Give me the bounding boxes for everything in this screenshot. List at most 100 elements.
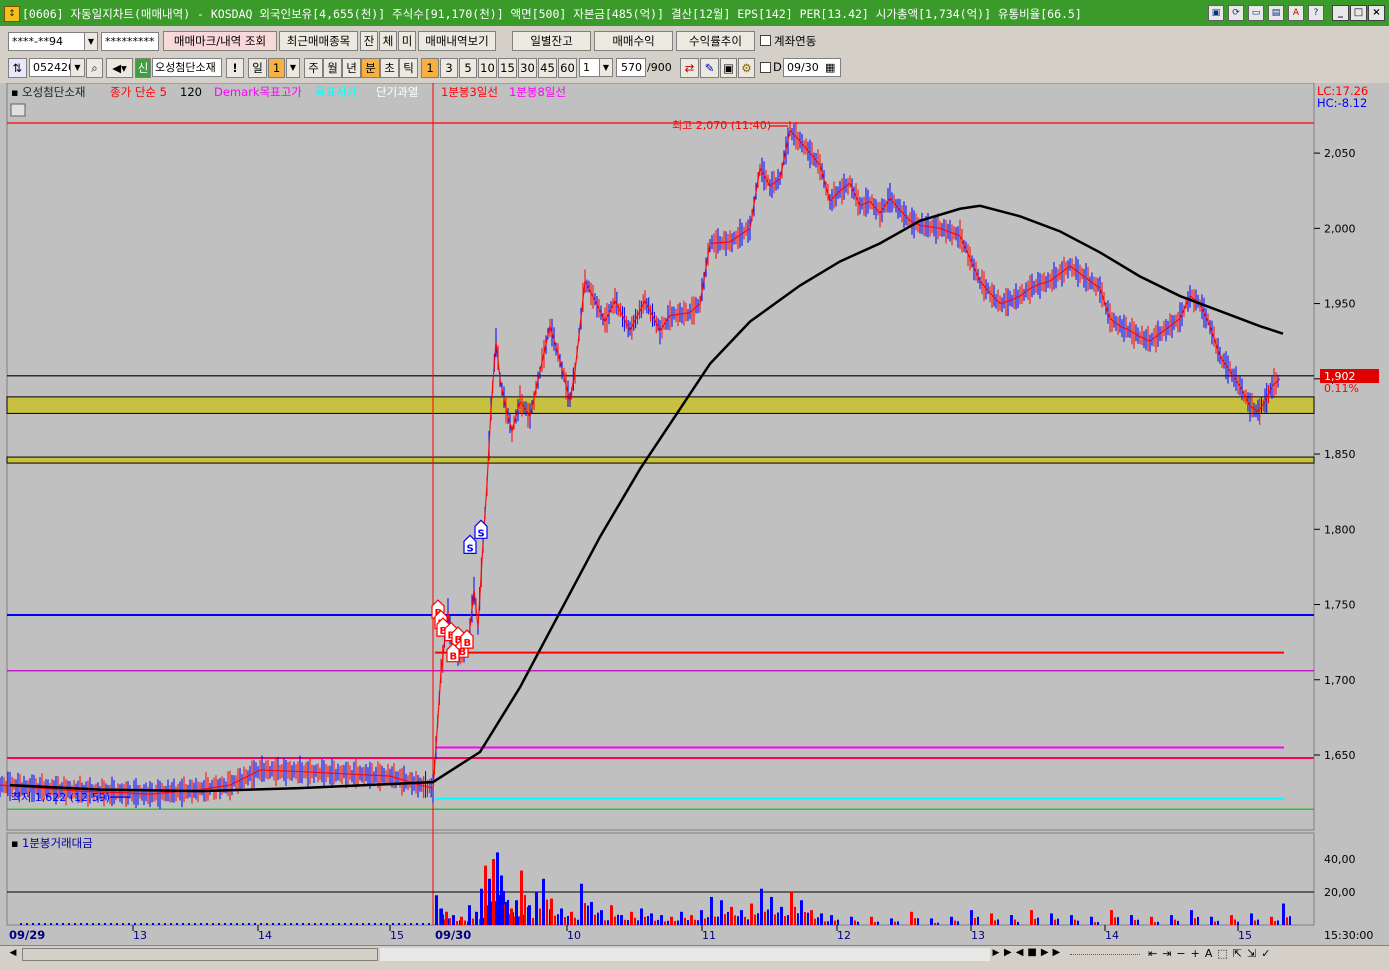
- stock-search-icon[interactable]: ⇅: [8, 58, 27, 78]
- save-icon[interactable]: ▣: [720, 58, 737, 78]
- volume-bar: [767, 909, 769, 925]
- maximize-icon[interactable]: □: [1350, 5, 1367, 21]
- volume-bullet: ▪: [11, 837, 18, 850]
- volume-bar: [278, 923, 280, 925]
- filled-button[interactable]: 체: [379, 31, 397, 51]
- refresh-icon[interactable]: ⟳: [1228, 5, 1244, 21]
- volume-bar: [937, 922, 939, 925]
- volume-bar: [930, 918, 933, 925]
- volume-bar: [134, 923, 136, 925]
- daily-balance-button[interactable]: 일별잔고: [512, 31, 591, 51]
- volume-bar: [236, 923, 238, 925]
- volume-bar: [754, 914, 756, 925]
- low-annotation: 최저 1,622 (12:59): [11, 791, 110, 804]
- chart-area[interactable]: BBBBBBBBSS 2,0502,0001,9501,9001,8501,80…: [0, 82, 1389, 945]
- balance-button[interactable]: 잔: [360, 31, 378, 51]
- period-second-button[interactable]: 초: [380, 58, 399, 78]
- interval-60-button[interactable]: 60: [558, 58, 577, 78]
- interval-1-button[interactable]: 1: [421, 58, 439, 78]
- period-week-button[interactable]: 주: [304, 58, 323, 78]
- scroll-track[interactable]: [380, 948, 990, 961]
- recent-stocks-button[interactable]: 최근매매종목: [279, 31, 358, 51]
- history-button[interactable]: 매매내역보기: [418, 31, 496, 51]
- screen-icon[interactable]: ▭: [1248, 5, 1264, 21]
- unfilled-button[interactable]: 미: [398, 31, 416, 51]
- playback-controls-icon[interactable]: ▶◀■▶▶: [1004, 947, 1064, 958]
- legend-short-over: 단기과열: [376, 85, 418, 99]
- volume-bar: [874, 922, 876, 925]
- volume-bar: [206, 923, 208, 925]
- scroll-left-icon[interactable]: ◀: [6, 948, 20, 961]
- period-day-button[interactable]: 일: [248, 58, 267, 78]
- volume-bar: [637, 920, 639, 925]
- search-icon[interactable]: ⌕: [86, 58, 103, 78]
- period-year-button[interactable]: 년: [342, 58, 361, 78]
- print-icon[interactable]: ▤: [1268, 5, 1284, 21]
- minimize-icon[interactable]: _: [1332, 5, 1349, 21]
- gear-icon[interactable]: ⚙: [738, 58, 755, 78]
- chevron-down-icon[interactable]: ▼: [286, 58, 300, 78]
- period-tick-button[interactable]: 틱: [399, 58, 418, 78]
- interval-3-button[interactable]: 3: [440, 58, 458, 78]
- font-icon[interactable]: A: [1288, 5, 1304, 21]
- period-value[interactable]: 1: [268, 58, 285, 78]
- scroll-right-icon[interactable]: ▶: [990, 948, 1002, 961]
- current-change: 0.11%: [1324, 382, 1359, 395]
- volume-bar: [524, 895, 526, 925]
- chevron-down-icon[interactable]: ▼: [84, 32, 98, 51]
- volume-bar: [680, 911, 683, 925]
- interval-45-button[interactable]: 45: [538, 58, 557, 78]
- link-icon[interactable]: ▣: [1208, 5, 1224, 21]
- date-checkbox[interactable]: [760, 62, 771, 73]
- interval-10-button[interactable]: 10: [478, 58, 497, 78]
- volume-bar: [374, 923, 376, 925]
- toolbar-chart: ⇅ 052420 ▼ ⌕ ◀▾ 신 오성첨단소재 ! 일 1 ▼ 주 월 년 분…: [0, 56, 1389, 83]
- app-icon[interactable]: ↕: [4, 6, 20, 22]
- chevron-down-icon[interactable]: ▼: [599, 58, 613, 77]
- volume-bar: [727, 911, 729, 925]
- password-field[interactable]: *********: [101, 32, 159, 51]
- volume-bar: [212, 923, 214, 925]
- zoom-controls-icon[interactable]: ⇤⇥−+A⬚⇱⇲✓: [1148, 947, 1275, 960]
- volume-bar: [74, 923, 76, 925]
- interval-5-button[interactable]: 5: [459, 58, 477, 78]
- scroll-thumb[interactable]: [22, 948, 378, 961]
- volume-bar: [1237, 921, 1239, 925]
- calendar-icon[interactable]: ▦: [825, 61, 835, 74]
- chart-scrollbar[interactable]: ◀ ▶ ▶◀■▶▶ ⇤⇥−+A⬚⇱⇲✓: [0, 945, 1389, 964]
- volume-bar: [230, 923, 232, 925]
- volume-bar: [630, 911, 633, 925]
- volume-bar: [577, 919, 579, 925]
- speaker-icon[interactable]: ◀▾: [106, 58, 133, 78]
- legend-close: 종가 단순 5: [110, 85, 167, 99]
- mark-query-button[interactable]: 매매마크/내역 조회: [163, 31, 277, 51]
- stock-name-field[interactable]: 오성첨단소재: [152, 58, 222, 77]
- interval-30-button[interactable]: 30: [518, 58, 537, 78]
- count-input[interactable]: 570: [616, 58, 646, 77]
- period-minute-button[interactable]: 분: [361, 58, 380, 78]
- arrows-icon[interactable]: ⇄: [680, 58, 699, 78]
- volume-bar: [830, 915, 833, 925]
- profit-trend-button[interactable]: 수익률추이: [676, 31, 755, 51]
- chart-settings-icon[interactable]: ✎: [700, 58, 719, 78]
- period-month-button[interactable]: 월: [323, 58, 342, 78]
- help-icon[interactable]: ?: [1308, 5, 1324, 21]
- volume-pane: [6, 832, 1315, 926]
- volume-bar: [338, 923, 340, 925]
- chevron-down-icon[interactable]: ▼: [70, 58, 85, 77]
- table-icon[interactable]: [10, 103, 26, 117]
- legend-bullet: ▪: [11, 86, 18, 99]
- stock-code-value: 052420: [33, 61, 75, 74]
- price-chart[interactable]: BBBBBBBBSS 2,0502,0001,9501,9001,8501,80…: [0, 82, 1389, 945]
- alert-icon[interactable]: !: [226, 58, 244, 78]
- trade-profit-button[interactable]: 매매수익: [594, 31, 673, 51]
- volume-bar: [440, 908, 443, 925]
- time-13: 13: [133, 929, 147, 942]
- close-icon[interactable]: ×: [1368, 5, 1385, 21]
- account-link-checkbox[interactable]: [760, 35, 771, 46]
- volume-bar: [620, 915, 623, 925]
- interval-15-button[interactable]: 15: [498, 58, 517, 78]
- legend-target-low: 목표저가: [315, 85, 358, 99]
- volume-bar: [740, 910, 743, 925]
- volume-bar: [564, 917, 566, 925]
